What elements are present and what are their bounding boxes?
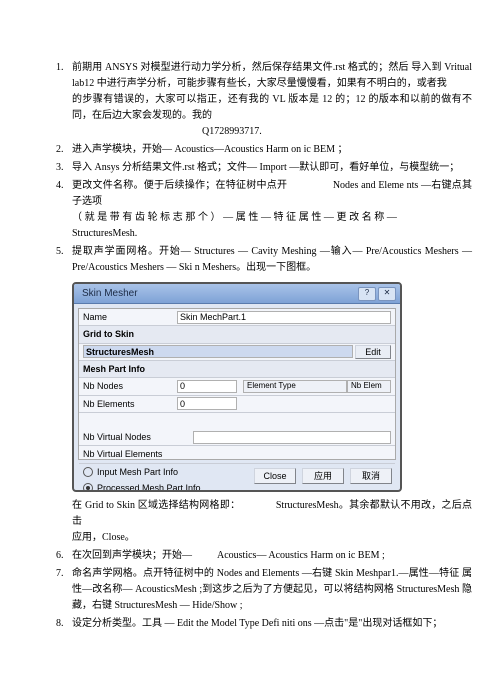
text: StructuresMesh.	[72, 228, 137, 239]
nb-nodes-field[interactable]: 0	[177, 380, 237, 393]
apply-label: 应用	[314, 469, 332, 483]
list-item: 前期用 ANSYS 对模型进行动力学分析，然后保存结果文件.rst 格式的；然后…	[66, 60, 472, 140]
dialog-titlebar: Skin Mesher ? ✕	[74, 284, 400, 304]
text: 更改文件名称。便于后续操作；在特征树中点开	[72, 180, 287, 191]
element-type-header: Element Type	[243, 380, 347, 393]
input-mesh-radio[interactable]	[83, 467, 93, 477]
text: 的步骤有错误的，大家可以指正，还有我的 VL 版本是 12 的；12 的版本和以…	[72, 94, 472, 121]
list-item: 在次回到声学模块；开始— Acoustics— Acoustics Harm o…	[66, 548, 472, 564]
text: Q1728993717.	[202, 126, 262, 137]
nb-elements-label: Nb Elements	[83, 397, 177, 411]
text: 在次回到声学模块；开始—	[72, 550, 192, 561]
close-icon[interactable]: ✕	[378, 287, 396, 301]
list-item: 导入 Ansys 分析结果文件.rst 格式；文件— Import —默认即可，…	[66, 160, 472, 176]
structures-mesh-value: StructuresMesh	[86, 345, 154, 359]
text: 命名声学网格。点开特征树中的 Nodes and Elements —右键 Sk…	[72, 568, 472, 611]
name-field[interactable]: Skin MechPart.1	[177, 311, 391, 324]
text: 应用，Close。	[72, 532, 135, 543]
name-value: Skin MechPart.1	[180, 310, 246, 324]
input-mesh-label: Input Mesh Part Info	[97, 465, 178, 479]
mesh-part-info-header: Mesh Part Info	[79, 361, 395, 378]
nb-vnodes-label: Nb Virtual Nodes	[83, 430, 193, 444]
grid-to-skin-header: Grid to Skin	[79, 326, 395, 343]
nb-velem-label: Nb Virtual Elements	[83, 447, 193, 461]
processed-mesh-radio[interactable]	[83, 483, 93, 492]
nb-nodes-value: 0	[180, 379, 185, 393]
text: 导入 Ansys 分析结果文件.rst 格式；文件— Import —默认即可，…	[72, 162, 459, 173]
list-item: 设定分析类型。工具 — Edit the Model Type Defi nit…	[66, 616, 472, 632]
list-item: 进入声学模块，开始— Acoustics—Acoustics Harm on i…	[66, 142, 472, 158]
edit-button[interactable]: Edit	[355, 345, 391, 359]
window-buttons: ? ✕	[358, 287, 396, 301]
list-item: 更改文件名称。便于后续操作；在特征树中点开 Nodes and Eleme nt…	[66, 178, 472, 242]
close-button[interactable]: Close	[254, 468, 296, 484]
dialog-screenshot: Skin Mesher ? ✕ Name Skin MechPart.1 Gri…	[72, 282, 402, 492]
text: Acoustics— Acoustics Harm on ic BEM ;	[217, 550, 385, 561]
nb-elements-field[interactable]: 0	[177, 397, 237, 410]
text: 进入声学模块，开始— Acoustics—Acoustics Harm on i…	[72, 144, 348, 155]
text: 前期用 ANSYS 对模型进行动力学分析，然后保存结果文件.rst 格式的；然后…	[72, 62, 472, 89]
close-label: Close	[263, 469, 286, 483]
cancel-button[interactable]: 取消	[350, 468, 392, 484]
dialog-body: Name Skin MechPart.1 Grid to Skin Struct…	[78, 308, 396, 460]
help-button[interactable]: ?	[358, 287, 376, 301]
structures-mesh-field[interactable]: StructuresMesh	[83, 345, 353, 358]
text: 设定分析类型。工具 — Edit the Model Type Defi nit…	[72, 618, 442, 629]
nb-elements-value: 0	[180, 397, 185, 411]
name-label: Name	[83, 310, 177, 324]
nb-nodes-label: Nb Nodes	[83, 379, 177, 393]
edit-label: Edit	[365, 345, 381, 359]
text: （就是带有齿轮标志那个）—属性—特征属性—更改名称—	[72, 212, 397, 223]
cancel-label: 取消	[362, 469, 380, 483]
nb-elem-header: Nb Elem	[347, 380, 391, 393]
list-item: 提取声学面网格。开始— Structures — Cavity Meshing …	[66, 244, 472, 546]
apply-button[interactable]: 应用	[302, 468, 344, 484]
text: 在 Grid to Skin 区域选择结构网格即：	[72, 500, 240, 511]
dialog-title: Skin Mesher	[78, 286, 138, 302]
text: 提取声学面网格。开始— Structures — Cavity Meshing …	[72, 246, 472, 273]
processed-mesh-label: Processed Mesh Part Info	[97, 481, 201, 492]
numbered-list: 前期用 ANSYS 对模型进行动力学分析，然后保存结果文件.rst 格式的；然后…	[28, 60, 472, 632]
list-item: 命名声学网格。点开特征树中的 Nodes and Elements —右键 Sk…	[66, 566, 472, 614]
nb-vnodes-field[interactable]	[193, 431, 391, 444]
